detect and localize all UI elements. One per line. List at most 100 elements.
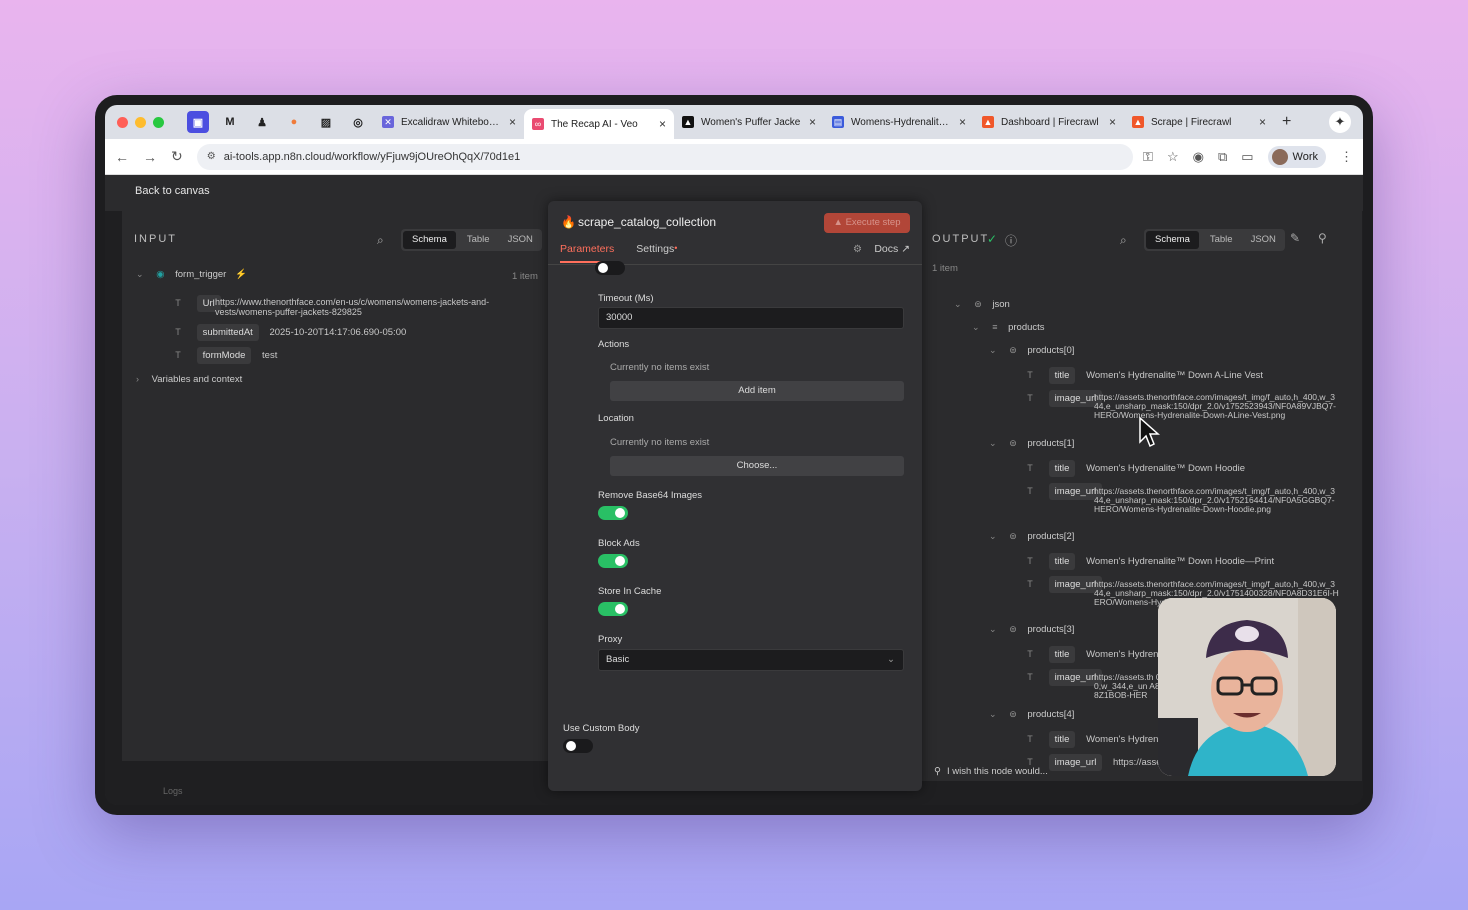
title-field-row[interactable]: T title Women's Hydrenalite [1024, 646, 1176, 663]
node-title[interactable]: scrape_catalog_collection [578, 215, 716, 229]
chevron-down-icon[interactable]: ⌄ [136, 269, 144, 279]
chevron-down-icon[interactable]: ⌄ [989, 345, 997, 355]
sidebar-icon[interactable]: ▭ [1241, 149, 1253, 165]
gear-icon[interactable]: ⚙ [853, 244, 862, 255]
tab-puffer[interactable]: ▲ Women's Puffer Jacke × [674, 109, 824, 135]
field-row[interactable]: T formMode test [172, 347, 277, 364]
product-item-row[interactable]: ⌄ ⊜ products[2] [989, 531, 1074, 542]
product-item-row[interactable]: ⌄ ⊜ products[3] [989, 624, 1074, 635]
proxy-select[interactable]: Basic ⌄ [598, 649, 904, 671]
search-icon[interactable]: ⌕ [377, 233, 384, 248]
product-item-row[interactable]: ⌄ ⊜ products[1] [989, 438, 1074, 449]
node-row[interactable]: ⌄ ◉ form_trigger ⚡ [136, 269, 247, 280]
execute-step-button[interactable]: ▲ Execute step [824, 213, 910, 233]
chevron-down-icon[interactable]: ⌄ [954, 299, 962, 309]
chevron-right-icon[interactable]: › [136, 374, 139, 384]
field-key[interactable]: submittedAt [196, 324, 259, 341]
docs-link[interactable]: Docs ↗ [874, 243, 910, 255]
close-tab-icon[interactable]: × [1109, 115, 1116, 129]
tab-firecrawl-dashboard[interactable]: ▲ Dashboard | Firecrawl × [974, 109, 1124, 135]
field-key[interactable]: formMode [196, 347, 252, 364]
tab-firecrawl-scrape[interactable]: ▲ Scrape | Firecrawl × [1124, 109, 1274, 135]
url-field[interactable]: ⚙ ai-tools.app.n8n.cloud/workflow/yFjuw9… [196, 143, 1134, 170]
success-check-icon: ✓ [987, 232, 998, 246]
add-item-button[interactable]: Add item [610, 381, 904, 401]
product-item-row[interactable]: ⌄ ⊜ products[4] [989, 709, 1074, 720]
pin-icon[interactable]: ⚲ [1318, 231, 1327, 245]
info-icon[interactable]: ⓘ [1005, 232, 1017, 249]
title-field-row[interactable]: T title Women's Hydrenalite™ Down Hoodie… [1024, 553, 1274, 570]
partial-toggle[interactable] [595, 261, 625, 275]
title-field-row[interactable]: T title Women's Hydrenalite™ Down A-Line… [1024, 367, 1263, 384]
table-view-tab[interactable]: Table [1201, 229, 1242, 251]
pinned-tab-chess-icon[interactable]: ♟ [251, 111, 273, 133]
title-field-row[interactable]: T title Women's Hydrenalite™ Down Hoodie [1024, 460, 1245, 477]
pinned-tab-openai-icon[interactable]: ◎ [347, 111, 369, 133]
search-icon[interactable]: ⌕ [1120, 233, 1127, 248]
tab-hydrenalite[interactable]: ▤ Womens-Hydrenalite-D × [824, 109, 974, 135]
close-tab-icon[interactable]: × [959, 115, 966, 129]
table-view-tab[interactable]: Table [458, 229, 499, 251]
chevron-down-icon[interactable]: ⌄ [989, 624, 997, 634]
json-view-tab[interactable]: JSON [499, 229, 542, 251]
pinned-tab-square-icon[interactable]: ▨ [315, 111, 337, 133]
field-key[interactable]: title [1048, 646, 1076, 663]
pinned-tab-medium-icon[interactable]: M [219, 111, 241, 133]
custom-body-toggle[interactable] [563, 739, 593, 753]
pinned-tab-fire-icon[interactable]: ● [283, 111, 305, 133]
feedback-link[interactable]: ⚲ I wish this node would... [934, 766, 1048, 777]
field-key[interactable]: image_url [1048, 754, 1103, 771]
forward-arrow-icon[interactable]: → [143, 149, 157, 165]
timeout-input[interactable]: 30000 [598, 307, 904, 329]
tab-parameters[interactable]: Parameters [560, 243, 615, 263]
variables-row[interactable]: › Variables and context [136, 374, 242, 385]
block-ads-toggle[interactable] [598, 554, 628, 568]
close-tab-icon[interactable]: × [509, 115, 516, 129]
store-cache-toggle[interactable] [598, 602, 628, 616]
key-icon[interactable]: ⚿ [1143, 149, 1153, 165]
profile-button[interactable]: Work [1267, 145, 1326, 168]
back-arrow-icon[interactable]: ← [115, 149, 129, 165]
maximize-window-button[interactable] [153, 116, 164, 128]
param-tabs: Parameters Settings• [560, 243, 677, 263]
field-key[interactable]: title [1048, 460, 1076, 477]
logs-label[interactable]: Logs [163, 786, 183, 796]
edit-pencil-icon[interactable]: ✎ [1290, 231, 1300, 245]
schema-view-tab[interactable]: Schema [403, 231, 456, 249]
field-key[interactable]: title [1048, 367, 1076, 384]
sparkle-icon[interactable]: ✦ [1329, 111, 1351, 133]
new-tab-icon[interactable]: + [1282, 113, 1291, 131]
remove-base64-toggle[interactable] [598, 506, 628, 520]
back-to-canvas-link[interactable]: Back to canvas [135, 185, 210, 197]
title-field-row[interactable]: T title Women's Hydrenalite [1024, 731, 1176, 748]
chevron-down-icon[interactable]: ⌄ [989, 438, 997, 448]
chevron-down-icon[interactable]: ⌄ [972, 322, 980, 332]
tab-recap[interactable]: ∞ The Recap AI - Veo × [524, 109, 674, 139]
close-tab-icon[interactable]: × [659, 117, 666, 131]
chevron-down-icon[interactable]: ⌄ [989, 709, 997, 719]
site-settings-icon[interactable]: ⚙ [207, 151, 216, 162]
array-row[interactable]: ⌄ ≡ products [972, 322, 1045, 333]
minimize-window-button[interactable] [135, 116, 146, 128]
menu-kebab-icon[interactable]: ⋮ [1340, 149, 1353, 165]
field-key[interactable]: title [1048, 553, 1076, 570]
pinned-tab-icon[interactable]: ▣ [187, 111, 209, 133]
close-tab-icon[interactable]: × [809, 115, 816, 129]
close-tab-icon[interactable]: × [1259, 115, 1266, 129]
extension-icon[interactable]: ◉ [1193, 149, 1204, 165]
field-value: https://assets.thenorthface.com/images/t… [1094, 486, 1335, 514]
reload-icon[interactable]: ↻ [171, 148, 183, 165]
choose-location-button[interactable]: Choose... [610, 456, 904, 476]
field-key[interactable]: title [1048, 731, 1076, 748]
field-row[interactable]: T submittedAt 2025-10-20T14:17:06.690-05… [172, 324, 406, 341]
chevron-down-icon[interactable]: ⌄ [989, 531, 997, 541]
bookmark-star-icon[interactable]: ☆ [1167, 149, 1179, 165]
close-window-button[interactable] [117, 116, 128, 128]
tab-settings[interactable]: Settings• [636, 243, 677, 263]
schema-view-tab[interactable]: Schema [1146, 231, 1199, 249]
tab-excalidraw[interactable]: ✕ Excalidraw Whiteboard × [374, 109, 524, 135]
product-item-row[interactable]: ⌄ ⊜ products[0] [989, 345, 1074, 356]
json-view-tab[interactable]: JSON [1242, 229, 1285, 251]
json-root-row[interactable]: ⌄ ⊜ json [954, 299, 1010, 310]
puzzle-icon[interactable]: ⧉ [1218, 149, 1227, 165]
